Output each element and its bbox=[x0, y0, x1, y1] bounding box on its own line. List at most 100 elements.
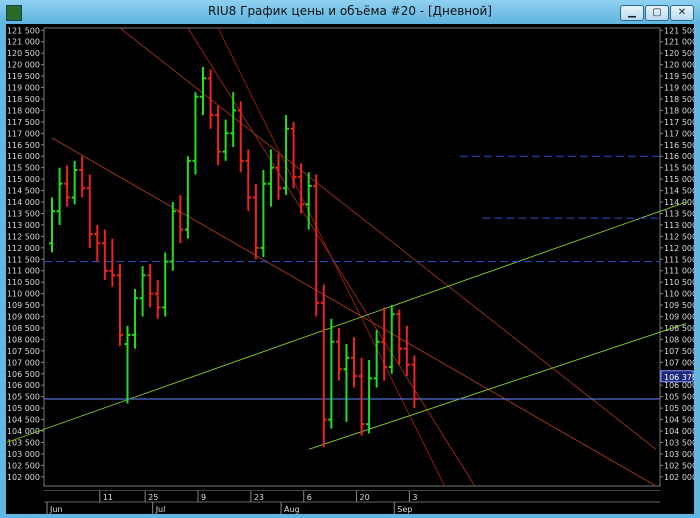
y-tick-label-left: 121 500 bbox=[7, 26, 40, 35]
y-tick-label-left: 102 500 bbox=[7, 461, 40, 470]
month-label: Jul bbox=[155, 505, 166, 514]
y-tick-label-left: 106 500 bbox=[7, 370, 40, 379]
y-tick-label-left: 121 000 bbox=[7, 38, 40, 47]
y-tick-label-left: 112 500 bbox=[7, 232, 40, 241]
month-label: Sep bbox=[397, 505, 412, 514]
y-tick-label-right: 120 500 bbox=[664, 49, 694, 58]
y-tick-label-right: 105 500 bbox=[664, 393, 694, 402]
y-tick-label-left: 108 000 bbox=[7, 335, 40, 344]
trendline-falling-2 bbox=[119, 27, 657, 450]
y-tick-label-right: 104 500 bbox=[664, 416, 694, 425]
y-tick-label-left: 116 000 bbox=[7, 152, 40, 161]
minimize-icon: ▁ bbox=[628, 7, 636, 18]
y-tick-label-left: 114 000 bbox=[7, 198, 40, 207]
y-tick-label-left: 114 500 bbox=[7, 187, 40, 196]
y-tick-label-left: 115 500 bbox=[7, 164, 40, 173]
y-tick-label-right: 114 500 bbox=[664, 187, 694, 196]
y-tick-label-right: 109 500 bbox=[664, 301, 694, 310]
y-tick-label-right: 120 000 bbox=[664, 61, 694, 70]
y-tick-label-left: 117 000 bbox=[7, 129, 40, 138]
month-label: Aug bbox=[284, 505, 300, 514]
y-tick-label-right: 114 000 bbox=[664, 198, 694, 207]
y-tick-label-left: 119 000 bbox=[7, 84, 40, 93]
minimize-button[interactable]: ▁ bbox=[620, 5, 644, 21]
y-tick-label-right: 113 500 bbox=[664, 209, 694, 218]
y-tick-label-right: 111 500 bbox=[664, 255, 694, 264]
y-tick-label-right: 119 500 bbox=[664, 72, 694, 81]
day-label: 23 bbox=[254, 493, 264, 502]
y-tick-label-right: 106 000 bbox=[664, 381, 694, 390]
y-tick-label-right: 112 000 bbox=[664, 244, 694, 253]
y-tick-label-right: 104 000 bbox=[664, 427, 694, 436]
trendline-rising-lower bbox=[308, 322, 687, 450]
day-label: 3 bbox=[412, 493, 417, 502]
day-label: 25 bbox=[148, 493, 158, 502]
plot-frame bbox=[43, 27, 661, 487]
y-tick-label-right: 108 000 bbox=[664, 335, 694, 344]
y-tick-label-right: 113 000 bbox=[664, 221, 694, 230]
restore-button[interactable]: ▢ bbox=[645, 5, 669, 21]
y-tick-label-right: 118 500 bbox=[664, 95, 694, 104]
y-tick-label-left: 109 500 bbox=[7, 301, 40, 310]
day-label: 20 bbox=[360, 493, 370, 502]
y-tick-label-right: 115 000 bbox=[664, 175, 694, 184]
y-tick-label-right: 117 000 bbox=[664, 129, 694, 138]
day-label: 9 bbox=[201, 493, 206, 502]
y-tick-label-left: 103 000 bbox=[7, 450, 40, 459]
time-axis: 11 25 9 23 6 20 3 Jun Jul Aug Sep bbox=[6, 489, 694, 514]
restore-icon: ▢ bbox=[652, 7, 662, 18]
y-tick-label-left: 112 000 bbox=[7, 244, 40, 253]
y-tick-label-right: 105 000 bbox=[664, 404, 694, 413]
y-tick-label-right: 115 500 bbox=[664, 164, 694, 173]
last-price-label: 106 370 bbox=[664, 373, 694, 382]
y-tick-label-right: 111 000 bbox=[664, 267, 694, 276]
y-tick-label-left: 113 500 bbox=[7, 209, 40, 218]
y-tick-label-right: 119 000 bbox=[664, 84, 694, 93]
y-tick-label-left: 106 000 bbox=[7, 381, 40, 390]
y-tick-label-right: 103 000 bbox=[664, 450, 694, 459]
y-tick-label-right: 103 500 bbox=[664, 438, 694, 447]
y-tick-label-right: 109 000 bbox=[664, 313, 694, 322]
y-tick-label-left: 113 000 bbox=[7, 221, 40, 230]
y-tick-label-right: 102 000 bbox=[664, 473, 694, 482]
y-tick-label-left: 111 500 bbox=[7, 255, 40, 264]
y-tick-label-left: 110 000 bbox=[7, 290, 40, 299]
price-chart[interactable]: 121 500 121 500 121 000 121 000 120 500 120 5… bbox=[6, 24, 697, 490]
close-button[interactable]: ✕ bbox=[670, 5, 694, 21]
chart-window: RIU8 График цены и объёма #20 - [Дневной… bbox=[0, 0, 700, 514]
y-tick-label-right: 118 000 bbox=[664, 106, 694, 115]
y-tick-label-left: 105 000 bbox=[7, 404, 40, 413]
y-tick-label-left: 105 500 bbox=[7, 393, 40, 402]
y-tick-label-right: 116 000 bbox=[664, 152, 694, 161]
y-tick-label-left: 120 500 bbox=[7, 49, 40, 58]
y-tick-label-left: 107 000 bbox=[7, 358, 40, 367]
y-tick-label-left: 104 000 bbox=[7, 427, 40, 436]
window-title: RIU8 График цены и объёма #20 - [Дневной… bbox=[208, 4, 492, 18]
day-label: 11 bbox=[103, 493, 113, 502]
y-tick-label-left: 116 500 bbox=[7, 141, 40, 150]
title-bar[interactable]: RIU8 График цены и объёма #20 - [Дневной… bbox=[0, 0, 700, 24]
y-tick-label-left: 117 500 bbox=[7, 118, 40, 127]
month-label: Jun bbox=[49, 505, 63, 514]
y-tick-label-left: 111 000 bbox=[7, 267, 40, 276]
time-axis-svg: 11 25 9 23 6 20 3 Jun Jul Aug Sep bbox=[44, 489, 660, 514]
y-tick-label-right: 121 000 bbox=[664, 38, 694, 47]
y-tick-label-right: 110 000 bbox=[664, 290, 694, 299]
y-tick-label-left: 102 000 bbox=[7, 473, 40, 482]
y-tick-label-right: 107 500 bbox=[664, 347, 694, 356]
y-tick-label-left: 103 500 bbox=[7, 438, 40, 447]
y-tick-label-left: 115 000 bbox=[7, 175, 40, 184]
price-chart-svg[interactable]: 121 500 121 500 121 000 121 000 120 500 120 5… bbox=[6, 24, 697, 490]
close-icon: ✕ bbox=[677, 7, 687, 18]
y-tick-label-left: 110 500 bbox=[7, 278, 40, 287]
y-tick-label-left: 109 000 bbox=[7, 313, 40, 322]
y-tick-label-left: 107 500 bbox=[7, 347, 40, 356]
y-tick-label-left: 104 500 bbox=[7, 416, 40, 425]
y-tick-label-right: 110 500 bbox=[664, 278, 694, 287]
y-tick-label-left: 108 500 bbox=[7, 324, 40, 333]
y-tick-label-left: 118 500 bbox=[7, 95, 40, 104]
y-tick-label-left: 118 000 bbox=[7, 106, 40, 115]
y-tick-label-right: 116 500 bbox=[664, 141, 694, 150]
day-label: 6 bbox=[307, 493, 312, 502]
y-tick-label-right: 102 500 bbox=[664, 461, 694, 470]
